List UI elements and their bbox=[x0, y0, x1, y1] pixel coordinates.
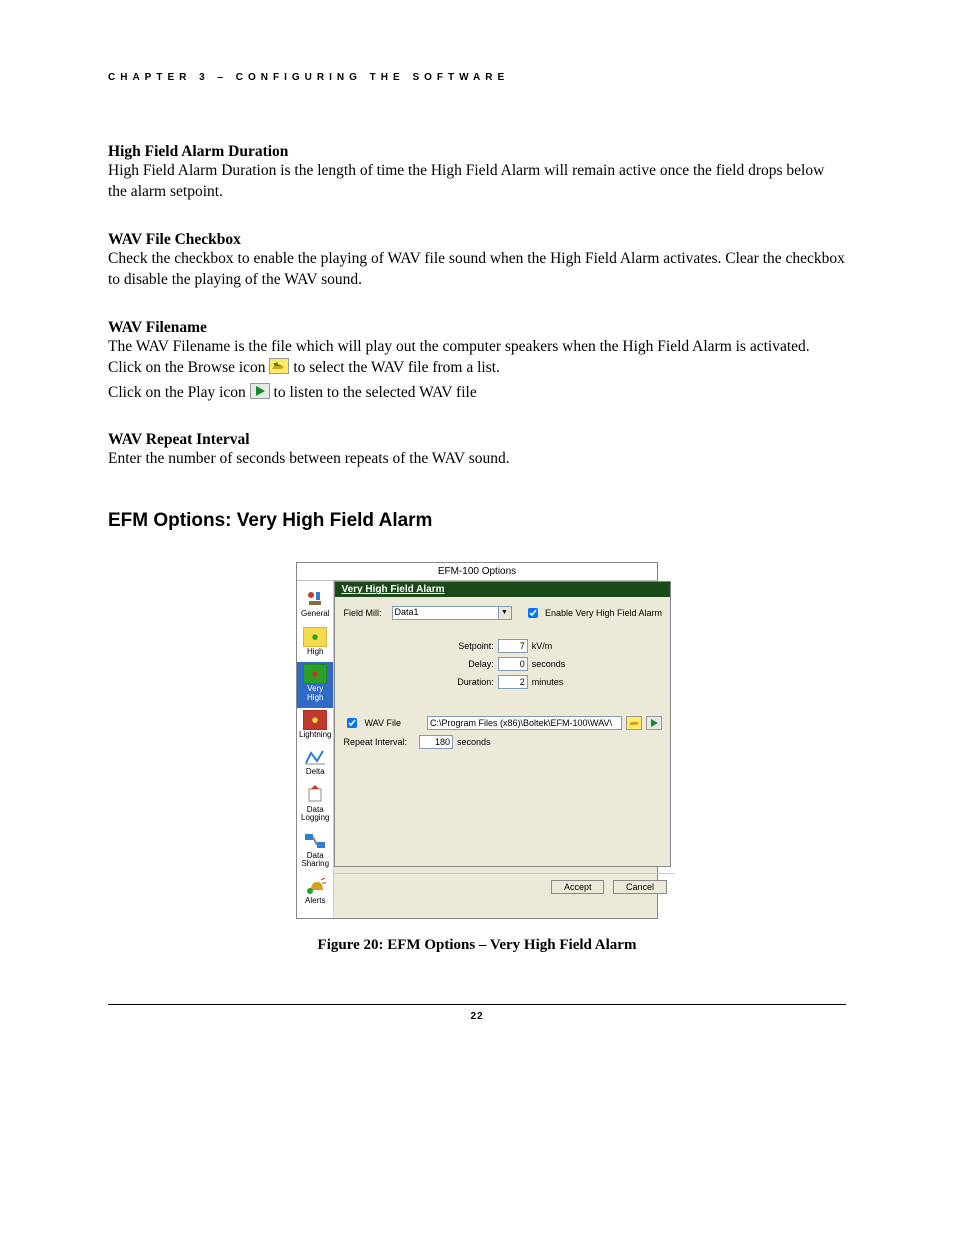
panel-body: Field Mill: Data1 ▼ Enable Very High Fie… bbox=[334, 597, 671, 867]
heading-wav-filename: WAV Filename bbox=[108, 319, 846, 337]
repeat-interval-label: Repeat Interval: bbox=[343, 737, 407, 747]
nav-item-data-logging[interactable]: Data Logging bbox=[297, 783, 333, 829]
text-wav-filename-c: Click on the Play icon bbox=[108, 384, 250, 401]
nav-label-very-high: Very High bbox=[307, 684, 323, 701]
very-high-icon bbox=[303, 664, 327, 684]
nav-label-data-sharing: Data Sharing bbox=[301, 851, 329, 868]
duration-label: Duration: bbox=[424, 677, 494, 687]
page-number: 22 bbox=[108, 1005, 846, 1022]
panel-title: Very High Field Alarm bbox=[334, 581, 671, 597]
wav-file-checkbox[interactable] bbox=[347, 718, 357, 728]
nav-item-lightning[interactable]: Lightning bbox=[297, 708, 333, 745]
body-high-field-alarm-duration: High Field Alarm Duration is the length … bbox=[108, 161, 846, 203]
alerts-icon bbox=[303, 876, 327, 896]
nav-item-delta[interactable]: Delta bbox=[297, 745, 333, 782]
nav-label-data-logging: Data Logging bbox=[301, 805, 329, 822]
nav-label-alerts: Alerts bbox=[305, 896, 325, 905]
wav-browse-button[interactable] bbox=[626, 716, 642, 730]
data-sharing-icon bbox=[303, 831, 327, 851]
delay-input[interactable] bbox=[498, 657, 528, 671]
chevron-down-icon: ▼ bbox=[498, 607, 511, 619]
heading-efm-options-very-high: EFM Options: Very High Field Alarm bbox=[108, 510, 846, 532]
field-mill-row: Field Mill: Data1 ▼ Enable Very High Fie… bbox=[343, 605, 662, 621]
cancel-button[interactable]: Cancel bbox=[613, 880, 667, 894]
field-mill-value: Data1 bbox=[395, 607, 419, 617]
body-wav-filename-1: The WAV Filename is the file which will … bbox=[108, 337, 846, 379]
delta-icon bbox=[303, 747, 327, 767]
options-dialog: EFM-100 Options General High Ver bbox=[296, 562, 658, 918]
field-mill-select[interactable]: Data1 ▼ bbox=[392, 606, 512, 620]
duration-unit: minutes bbox=[532, 677, 582, 687]
wav-file-row: WAV File bbox=[343, 715, 662, 731]
enable-very-high-checkbox[interactable] bbox=[528, 608, 538, 618]
browse-icon bbox=[269, 358, 289, 374]
dialog-nav: General High Very High bbox=[297, 581, 334, 917]
tools-icon bbox=[303, 589, 327, 609]
setpoint-label: Setpoint: bbox=[424, 641, 494, 651]
nav-item-data-sharing[interactable]: Data Sharing bbox=[297, 829, 333, 875]
nav-item-high[interactable]: High bbox=[297, 625, 333, 662]
nav-label-general: General bbox=[301, 609, 329, 618]
wav-file-label: WAV File bbox=[364, 718, 401, 728]
delay-row: Delay: seconds bbox=[343, 657, 662, 671]
nav-label-high: High bbox=[307, 647, 323, 656]
heading-wav-file-checkbox: WAV File Checkbox bbox=[108, 231, 846, 249]
play-icon bbox=[250, 383, 270, 399]
dialog-main: Very High Field Alarm Field Mill: Data1 … bbox=[334, 581, 675, 917]
delay-label: Delay: bbox=[424, 659, 494, 669]
data-logging-icon bbox=[303, 785, 327, 805]
nav-label-delta: Delta bbox=[306, 767, 325, 776]
field-mill-label: Field Mill: bbox=[343, 608, 381, 618]
repeat-interval-unit: seconds bbox=[457, 737, 491, 747]
body-wav-file-checkbox: Check the checkbox to enable the playing… bbox=[108, 249, 846, 291]
dialog-button-row: Accept Cancel bbox=[334, 873, 675, 900]
high-icon bbox=[303, 627, 327, 647]
heading-high-field-alarm-duration: High Field Alarm Duration bbox=[108, 143, 846, 161]
accept-button[interactable]: Accept bbox=[551, 880, 605, 894]
dialog-title: EFM-100 Options bbox=[297, 563, 657, 581]
setpoint-unit: kV/m bbox=[532, 641, 582, 651]
nav-label-lightning: Lightning bbox=[299, 730, 331, 739]
text-wav-filename-b: to select the WAV file from a list. bbox=[293, 359, 500, 376]
body-wav-filename-2: Click on the Play icon to listen to the … bbox=[108, 383, 846, 404]
setpoint-input[interactable] bbox=[498, 639, 528, 653]
enable-very-high-label: Enable Very High Field Alarm bbox=[545, 608, 662, 618]
wav-path-input[interactable] bbox=[427, 716, 622, 730]
text-wav-filename-d: to listen to the selected WAV file bbox=[274, 384, 477, 401]
delay-unit: seconds bbox=[532, 659, 582, 669]
repeat-interval-row: Repeat Interval: seconds bbox=[343, 735, 662, 749]
repeat-interval-input[interactable] bbox=[419, 735, 453, 749]
dialog-body: General High Very High bbox=[297, 581, 657, 917]
duration-input[interactable] bbox=[498, 675, 528, 689]
wav-play-button[interactable] bbox=[646, 716, 662, 730]
setpoint-row: Setpoint: kV/m bbox=[343, 639, 662, 653]
heading-wav-repeat-interval: WAV Repeat Interval bbox=[108, 431, 846, 449]
duration-row: Duration: minutes bbox=[343, 675, 662, 689]
nav-item-general[interactable]: General bbox=[297, 587, 333, 624]
page: CHAPTER 3 – CONFIGURING THE SOFTWARE Hig… bbox=[0, 0, 954, 1160]
running-head: CHAPTER 3 – CONFIGURING THE SOFTWARE bbox=[108, 72, 846, 83]
figure-caption: Figure 20: EFM Options – Very High Field… bbox=[108, 937, 846, 954]
nav-item-alerts[interactable]: Alerts bbox=[297, 874, 333, 911]
lightning-icon bbox=[303, 710, 327, 730]
body-wav-repeat-interval: Enter the number of seconds between repe… bbox=[108, 449, 846, 470]
nav-item-very-high[interactable]: Very High bbox=[297, 662, 333, 708]
